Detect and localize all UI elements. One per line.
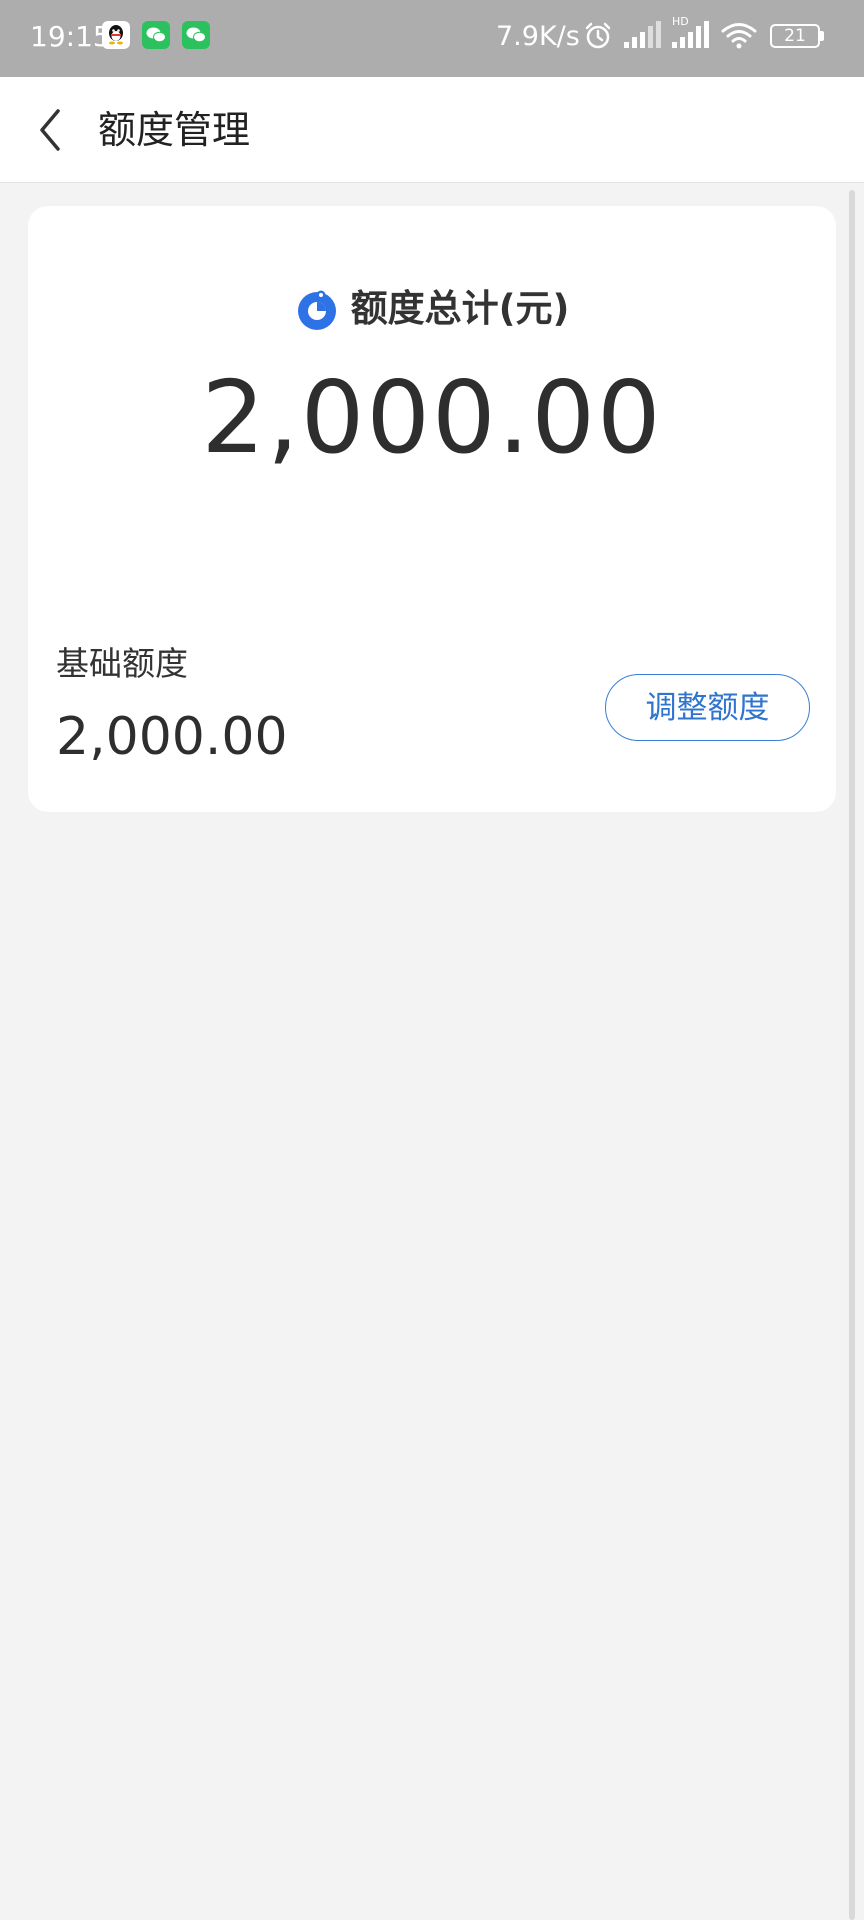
battery-tip [820, 31, 824, 41]
status-bar: 19:15 7.9K/s HD 21 [0, 0, 864, 77]
page-title: 额度管理 [98, 108, 251, 152]
status-time: 19:15 [30, 20, 111, 53]
total-limit-amount: 2,000.00 [201, 359, 663, 476]
scrollbar[interactable] [849, 190, 855, 1920]
wechat-icon [182, 21, 210, 49]
chevron-left-icon [40, 109, 60, 151]
alarm-icon [582, 20, 614, 56]
brand-logo-icon [297, 290, 336, 330]
adjust-limit-button[interactable]: 调整额度 [605, 674, 810, 741]
nav-bar: 额度管理 [0, 77, 864, 183]
battery-icon: 21 [770, 24, 820, 48]
signal-icon [622, 20, 662, 56]
wifi-icon [720, 20, 758, 56]
total-limit-label: 额度总计(元) [350, 287, 570, 330]
network-speed: 7.9K/s [496, 21, 580, 52]
back-button[interactable] [22, 95, 92, 165]
base-limit-label: 基础额度 [56, 644, 188, 683]
base-limit-amount: 2,000.00 [56, 707, 288, 767]
wechat-icon [142, 21, 170, 49]
hd-badge: HD [672, 15, 689, 28]
total-header: 额度总计(元) [28, 284, 836, 334]
signal-hd-icon: HD [670, 16, 710, 56]
qq-icon [102, 21, 130, 49]
credit-limit-card: 额度总计(元) 2,000.00 基础额度 2,000.00 调整额度 [28, 206, 836, 812]
